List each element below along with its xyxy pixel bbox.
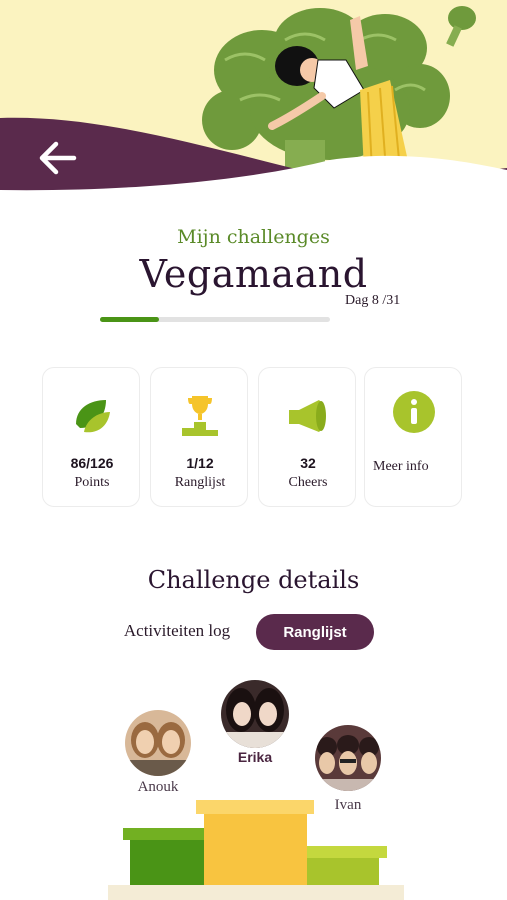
details-title: Challenge details	[147, 566, 360, 594]
points-value: 86/126	[70, 455, 114, 471]
points-label: Points	[74, 475, 110, 490]
cheers-value: 32	[300, 455, 316, 471]
avatar-third[interactable]	[315, 725, 381, 791]
podium-base	[108, 885, 404, 900]
tab-activiteiten-log[interactable]: Activiteiten log	[110, 621, 244, 643]
page-title: Vegamaand	[139, 252, 368, 296]
tab-ranglijst[interactable]: Ranglijst	[256, 614, 374, 650]
stat-card-cheers[interactable]: 32 Cheers	[258, 367, 356, 507]
stat-card-ranglijst[interactable]: 1/12 Ranglijst	[150, 367, 248, 507]
podium-block-third	[307, 846, 387, 885]
avatar-second[interactable]	[125, 710, 191, 776]
info-icon	[365, 388, 463, 436]
challenge-progress-bar	[100, 317, 330, 322]
stat-card-points[interactable]: 86/126 Points	[42, 367, 140, 507]
arrow-left-icon	[39, 141, 77, 175]
header-banner	[0, 0, 507, 200]
podium-block-second	[123, 828, 205, 885]
page-subtitle: Mijn challenges	[177, 226, 330, 248]
podium-name-first: Erika	[237, 749, 273, 765]
info-label: Meer info	[373, 459, 429, 474]
rank-label: Ranglijst	[174, 475, 226, 490]
rank-value: 1/12	[186, 455, 214, 471]
megaphone-icon	[259, 392, 357, 440]
avatar-first[interactable]	[221, 680, 289, 748]
podium-block-first	[196, 800, 314, 885]
challenge-progress-fill	[100, 317, 160, 322]
trophy-podium-icon	[151, 392, 249, 440]
cheers-label: Cheers	[288, 475, 328, 490]
stat-card-info[interactable]: Meer info	[364, 367, 462, 507]
leaf-icon	[43, 392, 141, 440]
back-button[interactable]	[34, 136, 86, 180]
day-counter: Dag 8 /31	[345, 293, 401, 308]
podium	[108, 800, 404, 900]
